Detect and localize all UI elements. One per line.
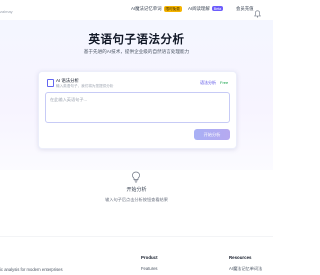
sentence-input[interactable]: 在此输入英语句子...	[45, 92, 230, 123]
nav-item-membership[interactable]: 会员充值	[236, 6, 254, 12]
nav-badge-free: 限时免费	[163, 6, 182, 12]
top-nav: zalmay AI魔法记忆单词 限时免费 AI阅读理解 Beta 会员充值	[0, 0, 273, 21]
nav-item-reading[interactable]: AI阅读理解 Beta	[188, 6, 224, 12]
bell-icon[interactable]	[253, 5, 262, 18]
analyze-button[interactable]: 开始分析	[194, 129, 230, 140]
footer: ic analysis for modern enterprises Produ…	[0, 236, 273, 275]
nav-badge-beta: Beta	[211, 6, 224, 12]
card-description: 输入英语句子，我们将为您提供分析	[56, 84, 114, 88]
lightbulb-icon	[131, 170, 141, 183]
footer-link-features[interactable]: Features	[141, 266, 158, 271]
document-icon	[47, 79, 54, 87]
page-subtitle: 基于先进的AI技术，提供企业级的自然语言处理能力	[83, 49, 190, 54]
empty-state-description: 输入句子后点击分析按钮查看结果	[105, 197, 168, 202]
nav-item-word-memory[interactable]: AI魔法记忆单词 限时免费	[131, 6, 182, 12]
nav-item-label: AI阅读理解	[188, 6, 210, 11]
footer-resources-heading: Resources	[229, 255, 252, 260]
empty-state-title: 开始分析	[126, 187, 147, 193]
tab-grammar-analysis[interactable]: 语法分析	[200, 80, 216, 86]
page-title: 英语句子语法分析	[88, 34, 185, 46]
footer-link-word-memory[interactable]: AI魔法记忆单词法	[229, 266, 262, 272]
footer-product-heading: Product	[141, 255, 158, 260]
footer-tagline: ic analysis for modern enterprises	[0, 267, 63, 272]
brand-subtext: zalmay	[0, 9, 13, 14]
nav-item-label: AI魔法记忆单词	[131, 6, 162, 12]
analysis-card: AI 语法分析 输入英语句子，我们将为您提供分析 语法分析 Free 在此输入英…	[38, 71, 237, 149]
tab-free[interactable]: Free	[220, 80, 228, 85]
